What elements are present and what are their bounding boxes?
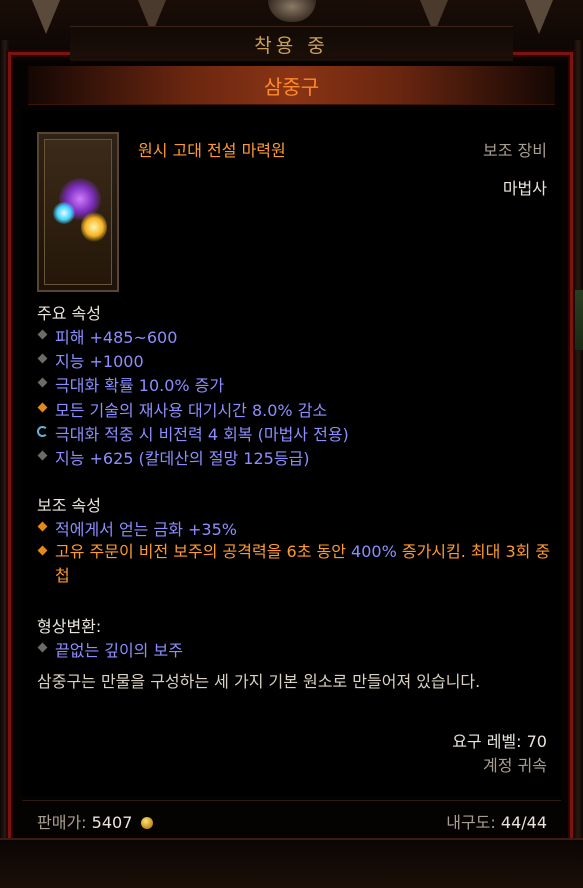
sell-price-value: 5407	[91, 813, 133, 832]
tooltip-frame-bottom	[0, 838, 583, 888]
transmog-text: 끝없는 깊이의 보주	[55, 641, 183, 660]
attribute-text: 극대화 적중 시 비전력 4 회복 (마법사 전용)	[55, 425, 349, 444]
primary-attribute: 지능 +1000	[37, 348, 144, 372]
durability-label: 내구도:	[446, 813, 496, 832]
flavor-text: 삼중구는 만물을 구성하는 세 가지 기본 원소로 만들어져 있습니다.	[37, 672, 481, 691]
attribute-text: 적에게서 얻는 금화 +35%	[55, 520, 237, 539]
frame-spike-decoration	[525, 0, 553, 34]
frame-right-edge	[573, 40, 583, 888]
sell-price-label: 판매가:	[37, 813, 87, 832]
primary-attribute: 모든 기술의 재사용 대기시간 8.0% 감소	[37, 397, 327, 421]
diamond-bullet-icon	[37, 642, 48, 653]
item-icon-frame	[37, 132, 119, 292]
cyan-glow	[53, 202, 75, 224]
diamond-bullet-icon	[37, 450, 48, 461]
attribute-text: 지능 +1000	[55, 352, 144, 371]
class-restriction: 마법사	[502, 179, 547, 198]
gold-coin-icon	[141, 817, 154, 829]
diamond-bullet-icon	[37, 545, 48, 556]
secondary-attributes-title: 보조 속성	[37, 496, 101, 515]
frame-spike-decoration	[32, 0, 60, 34]
skull-ornament-icon	[268, 0, 316, 22]
sell-price: 판매가: 5407	[37, 809, 154, 833]
background-ui-sliver	[574, 290, 583, 350]
attribute-text: 지능 +625 (칼데산의 절망 125등급)	[55, 449, 310, 468]
primary-attribute: 피해 +485~600	[37, 324, 177, 348]
diamond-bullet-icon	[37, 377, 48, 388]
diamond-bullet-icon	[37, 329, 48, 340]
primary-attribute: 극대화 적중 시 비전력 4 회복 (마법사 전용)	[37, 421, 349, 445]
attribute-text: 모든 기술의 재사용 대기시간 8.0% 감소	[55, 401, 328, 420]
required-level: 요구 레벨: 70	[452, 732, 547, 751]
attribute-text: 극대화 확률 10.0% 증가	[55, 376, 225, 395]
durability: 내구도: 44/44	[446, 809, 547, 833]
diamond-bullet-icon	[37, 402, 48, 413]
transmog-title: 형상변환:	[37, 617, 102, 636]
transmog-value: 끝없는 깊이의 보주	[37, 637, 183, 661]
primary-attribute: 극대화 확률 10.0% 증가	[37, 372, 224, 396]
legendary-text-part: 고유 주문이 비전 보주의 공격력을 6초 동안	[55, 542, 352, 561]
equipped-header: 착용 중	[70, 26, 513, 61]
diamond-bullet-icon	[37, 353, 48, 364]
legendary-highlight-value: 400%	[351, 542, 397, 561]
yellow-glow	[81, 212, 107, 242]
item-slot-type: 보조 장비	[483, 141, 547, 160]
account-bound: 계정 귀속	[483, 756, 547, 775]
primary-attribute: 지능 +625 (칼데산의 절망 125등급)	[37, 445, 310, 469]
attribute-text: 피해 +485~600	[55, 328, 178, 347]
diamond-bullet-icon	[37, 521, 48, 532]
legendary-power-text: 고유 주문이 비전 보주의 공격력을 6초 동안 400% 증가시킴. 최대 3…	[55, 540, 555, 588]
cycle-bullet-icon	[37, 426, 48, 437]
item-name-bar: 삼중구	[28, 66, 555, 105]
item-quality-type: 원시 고대 전설 마력원	[138, 141, 286, 160]
item-name: 삼중구	[263, 74, 320, 99]
tooltip-footer: 판매가: 5407 내구도: 44/44	[22, 800, 561, 839]
legendary-power: 고유 주문이 비전 보주의 공격력을 6초 동안 400% 증가시킴. 최대 3…	[37, 540, 555, 588]
secondary-attribute: 적에게서 얻는 금화 +35%	[37, 516, 237, 540]
primary-attributes-title: 주요 속성	[37, 304, 101, 323]
orb-item-icon	[44, 139, 112, 285]
durability-value: 44/44	[500, 813, 547, 832]
